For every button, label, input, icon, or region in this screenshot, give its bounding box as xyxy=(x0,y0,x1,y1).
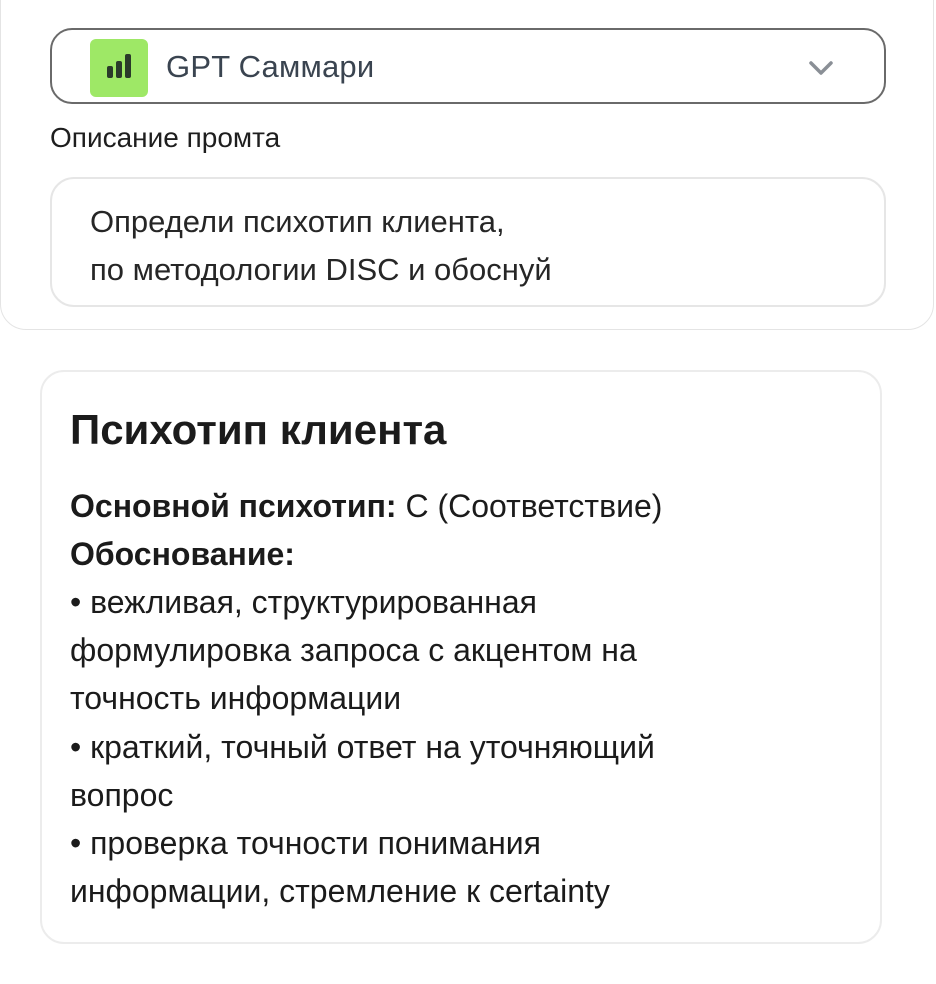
rationale-label: Обоснование: xyxy=(70,534,295,574)
model-select-dropdown[interactable]: GPT Саммари xyxy=(50,28,886,104)
main-psychotype-value: С (Соответствие) xyxy=(396,488,663,524)
rationale-line: информации, стремление к certainty xyxy=(70,873,610,909)
rationale-line: • вежливая, структурированная xyxy=(70,584,537,620)
result-title: Психотип клиента xyxy=(70,406,447,453)
rationale-label-text: Обоснование: xyxy=(70,536,295,572)
prompt-description-field[interactable]: Определи психотип клиента, по методологи… xyxy=(50,177,886,307)
prompt-text-line: по методологии DISC и обоснуй xyxy=(90,252,552,287)
model-select-label: GPT Саммари xyxy=(166,49,375,84)
rationale-line: формулировка запроса с акцентом на xyxy=(70,632,637,668)
rationale-line: точность информации xyxy=(70,680,402,716)
main-psychotype-label: Основной психотип: xyxy=(70,488,397,524)
bar-chart-icon xyxy=(90,39,148,97)
rationale-line: • проверка точности понимания xyxy=(70,825,541,861)
chevron-down-icon[interactable] xyxy=(808,60,834,76)
prompt-text-line: Определи психотип клиента, xyxy=(90,204,505,239)
result-card: Психотип клиента Основной психотип: С (С… xyxy=(40,370,882,944)
rationale-line: • краткий, точный ответ на уточняющий xyxy=(70,729,655,765)
main-psychotype-row: Основной психотип: С (Соответствие) xyxy=(70,486,662,526)
prompt-description-heading: Описание промта xyxy=(50,122,281,153)
rationale-line: вопрос xyxy=(70,777,174,813)
